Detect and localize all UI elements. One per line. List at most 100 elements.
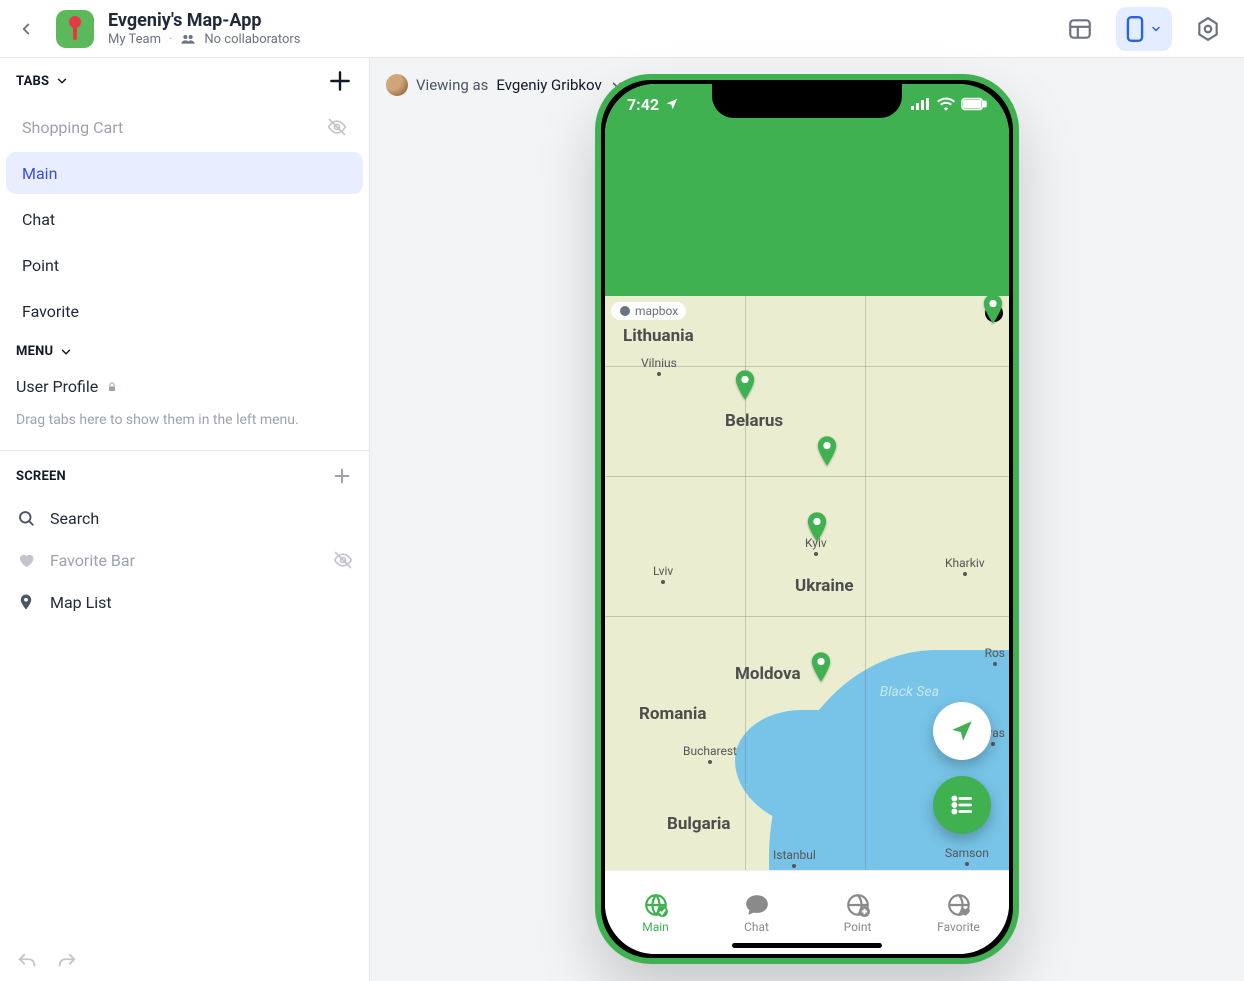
table-icon <box>1067 16 1093 42</box>
viewing-as-selector[interactable]: Viewing as Evgeniy Gribkov <box>386 74 624 96</box>
menu-section-toggle[interactable]: MENU <box>16 344 73 359</box>
top-bar: Evgeniy's Map-App My Team · No collabora… <box>0 0 1244 58</box>
country-label: Bulgaria <box>667 814 731 834</box>
undo-redo-group <box>16 951 78 973</box>
separator-dot: · <box>169 32 172 48</box>
city-label: Lviv <box>653 564 673 584</box>
settings-button[interactable] <box>1186 7 1230 51</box>
nav-label: Point <box>844 920 872 934</box>
search-icon <box>16 508 36 528</box>
city-label: Vilnius <box>641 356 677 376</box>
nav-chat[interactable]: Chat <box>706 871 807 954</box>
eye-off-icon <box>333 550 353 570</box>
country-label: Belarus <box>725 411 783 431</box>
tabs-label: TABS <box>16 74 49 89</box>
tab-label: Chat <box>22 210 55 229</box>
tab-label: Main <box>22 164 57 183</box>
screen-section-toggle[interactable]: SCREEN <box>16 469 66 484</box>
phone-icon <box>1126 16 1144 42</box>
chevron-down-icon <box>59 345 73 359</box>
screen-map-list[interactable]: Map List <box>0 581 369 623</box>
add-tab-button[interactable] <box>327 68 353 94</box>
app-title: Evgeniy's Map-App <box>108 10 301 32</box>
tab-label: Point <box>22 256 59 275</box>
chevron-down-icon <box>55 74 69 88</box>
screen-item-label: Map List <box>50 593 353 612</box>
hidden-indicator[interactable] <box>333 550 353 570</box>
bottom-nav: Main Chat Point Favorite <box>605 870 1009 954</box>
list-view-button[interactable] <box>933 776 991 834</box>
tab-favorite[interactable]: Favorite <box>6 290 363 332</box>
tab-label: Shopping Cart <box>22 118 123 137</box>
plus-icon <box>331 465 353 487</box>
list-icon <box>949 792 975 818</box>
location-arrow-icon <box>949 718 975 744</box>
preview-canvas: Viewing as Evgeniy Gribkov 7:42 <box>370 58 1244 981</box>
eye-off-icon <box>327 117 347 137</box>
cellular-icon <box>911 97 931 111</box>
city-label: Istanbul <box>773 848 816 868</box>
tab-main[interactable]: Main <box>6 152 363 194</box>
menu-user-profile[interactable]: User Profile <box>0 369 369 404</box>
people-icon <box>180 33 196 45</box>
device-preview-button[interactable] <box>1116 7 1172 51</box>
country-label: Lithuania <box>623 326 694 346</box>
globe-heart-icon <box>946 892 972 918</box>
viewing-as-prefix: Viewing as <box>416 76 488 94</box>
undo-icon <box>16 951 38 973</box>
hidden-indicator[interactable] <box>327 117 347 137</box>
undo-button[interactable] <box>16 951 38 973</box>
location-icon <box>665 97 679 111</box>
map-pin[interactable] <box>816 436 838 466</box>
map-pin[interactable] <box>982 296 1004 324</box>
map-pin[interactable] <box>810 652 832 682</box>
redo-button[interactable] <box>56 951 78 973</box>
nav-label: Chat <box>744 920 769 934</box>
phone-frame: 7:42 Main <box>595 74 1019 964</box>
app-icon <box>56 10 94 48</box>
screen-favorite-bar[interactable]: Favorite Bar <box>0 539 369 581</box>
screen-item-label: Favorite Bar <box>50 551 319 570</box>
map-pin[interactable] <box>806 512 828 542</box>
city-label: Kharkiv <box>945 556 985 576</box>
viewing-as-name: Evgeniy Gribkov <box>496 76 601 94</box>
screen-search[interactable]: Search <box>0 497 369 539</box>
nav-point[interactable]: Point <box>807 871 908 954</box>
tab-point[interactable]: Point <box>6 244 363 286</box>
map-attribution: mapbox <box>611 302 686 320</box>
status-time: 7:42 <box>627 95 659 114</box>
globe-check-icon <box>643 892 669 918</box>
back-button[interactable] <box>10 13 42 45</box>
heart-icon <box>16 550 36 570</box>
menu-item-label: User Profile <box>16 377 98 396</box>
map-view[interactable]: mapbox i Lithuania Belarus Ukraine Moldo… <box>605 296 1009 870</box>
map-pin[interactable] <box>734 370 756 400</box>
screen-section-header: SCREEN <box>0 455 369 497</box>
country-label: Ukraine <box>795 576 854 596</box>
chevron-down-icon <box>1150 23 1162 35</box>
screen-item-label: Search <box>50 509 353 528</box>
menu-hint: Drag tabs here to show them in the left … <box>0 404 369 446</box>
add-screen-component-button[interactable] <box>331 465 353 487</box>
tabs-section-header: TABS <box>0 58 369 104</box>
nav-label: Favorite <box>937 920 980 934</box>
redo-icon <box>56 951 78 973</box>
tab-shopping-cart[interactable]: Shopping Cart <box>6 106 363 148</box>
plus-icon <box>327 68 353 94</box>
app-subtitle: My Team · No collaborators <box>108 32 301 48</box>
locate-me-button[interactable] <box>933 702 991 760</box>
tab-chat[interactable]: Chat <box>6 198 363 240</box>
data-view-button[interactable] <box>1058 7 1102 51</box>
nav-label: Main <box>642 920 669 934</box>
country-label: Moldova <box>735 664 801 684</box>
chevron-left-icon <box>17 20 35 38</box>
team-name[interactable]: My Team <box>108 32 161 48</box>
water-label: Black Sea <box>880 684 939 700</box>
tabs-section-toggle[interactable]: TABS <box>16 74 69 89</box>
nav-main[interactable]: Main <box>605 871 706 954</box>
phone-screen: 7:42 Main <box>605 84 1009 954</box>
nav-favorite[interactable]: Favorite <box>908 871 1009 954</box>
sidebar: TABS Shopping Cart Main Chat Point Favor… <box>0 58 370 981</box>
city-label: Ros <box>985 646 1005 666</box>
collaborators-text[interactable]: No collaborators <box>204 32 300 48</box>
